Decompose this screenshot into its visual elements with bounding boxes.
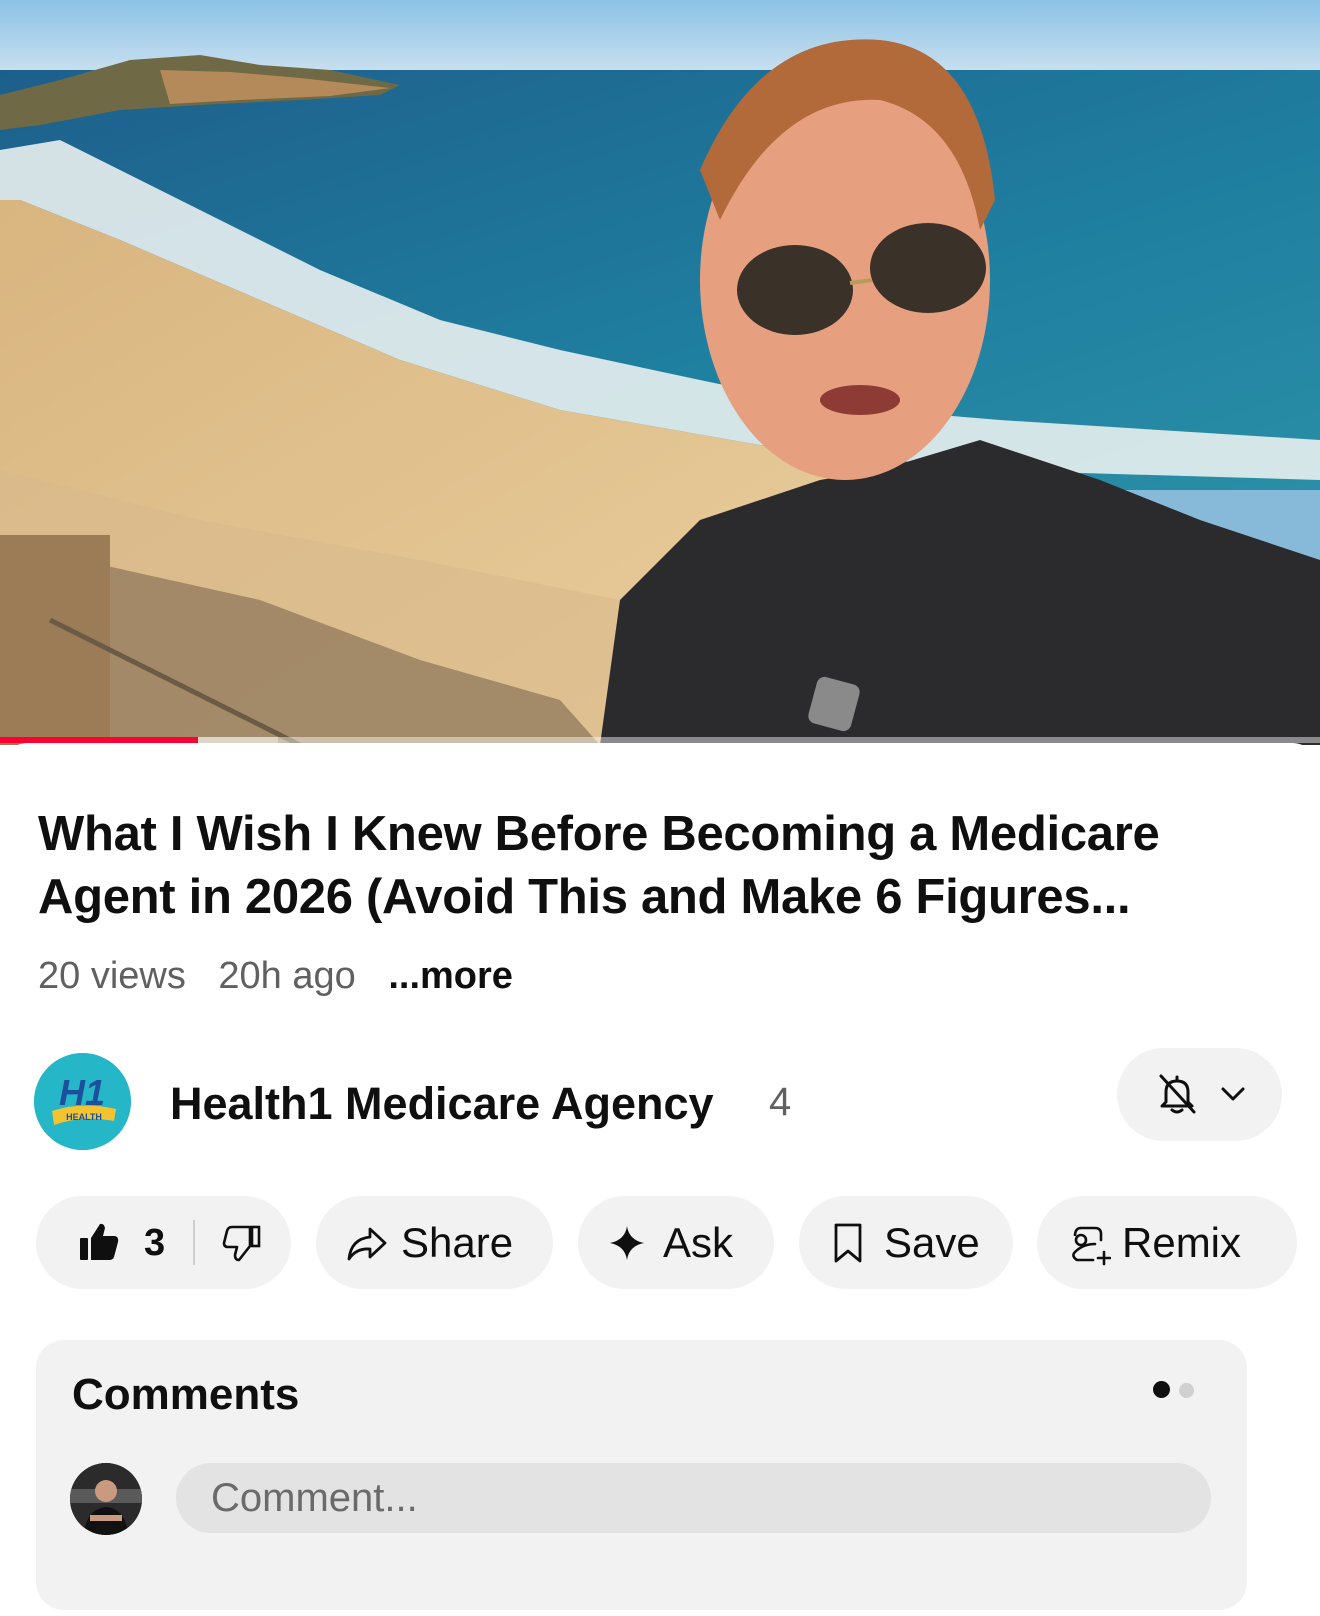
chevron-down-icon <box>1221 1087 1245 1101</box>
share-label: Share <box>401 1219 514 1266</box>
thumbs-up-filled-icon[interactable] <box>78 1221 120 1263</box>
channel-logo-icon: H1 HEALTH <box>34 1053 131 1150</box>
like-dislike-button[interactable]: 3 <box>36 1196 291 1289</box>
thumbs-down-icon[interactable] <box>222 1223 262 1263</box>
more-link[interactable]: ...more <box>388 955 513 997</box>
channel-name[interactable]: Health1 Medicare Agency <box>170 1078 714 1130</box>
like-count: 3 <box>144 1222 166 1264</box>
remix-button[interactable]: Remix <box>1037 1196 1297 1289</box>
user-avatar-image <box>70 1463 142 1535</box>
channel-row: H1 HEALTH Health1 Medicare Agency 4 <box>34 1048 1284 1150</box>
save-label: Save <box>884 1219 980 1266</box>
view-count: 20 views <box>38 955 186 997</box>
user-avatar[interactable] <box>70 1463 142 1535</box>
video-frame <box>0 0 1320 745</box>
comment-input[interactable] <box>176 1463 1211 1533</box>
video-title[interactable]: What I Wish I Knew Before Becoming a Med… <box>38 803 1288 929</box>
upload-age: 20h ago <box>218 955 356 997</box>
comments-title: Comments <box>72 1370 300 1419</box>
notification-settings-button[interactable] <box>1117 1048 1282 1141</box>
action-bar: 3 Share Ask Save Remix <box>36 1196 1320 1291</box>
like-divider <box>193 1220 195 1265</box>
page-dot-active <box>1153 1381 1170 1398</box>
ask-button[interactable]: Ask <box>578 1196 774 1289</box>
svg-text:HEALTH: HEALTH <box>66 1112 102 1122</box>
remix-label: Remix <box>1122 1219 1242 1266</box>
sparkle-icon <box>610 1226 644 1260</box>
bookmark-icon <box>834 1223 862 1263</box>
remix-icon <box>1072 1226 1111 1266</box>
subscriber-count: 4 <box>769 1080 792 1124</box>
video-player[interactable] <box>0 0 1320 745</box>
comments-section[interactable]: Comments <box>36 1340 1247 1610</box>
comments-page-indicator <box>1153 1381 1203 1403</box>
bell-off-icon <box>1159 1074 1196 1114</box>
save-button[interactable]: Save <box>799 1196 1013 1289</box>
channel-avatar[interactable]: H1 HEALTH <box>34 1053 131 1150</box>
ask-label: Ask <box>663 1219 734 1266</box>
share-icon <box>347 1227 387 1261</box>
video-details-panel: What I Wish I Knew Before Becoming a Med… <box>0 743 1320 1616</box>
video-metadata[interactable]: 20 views 20h ago ...more <box>38 955 535 998</box>
page-dot <box>1179 1383 1194 1398</box>
share-button[interactable]: Share <box>316 1196 553 1289</box>
